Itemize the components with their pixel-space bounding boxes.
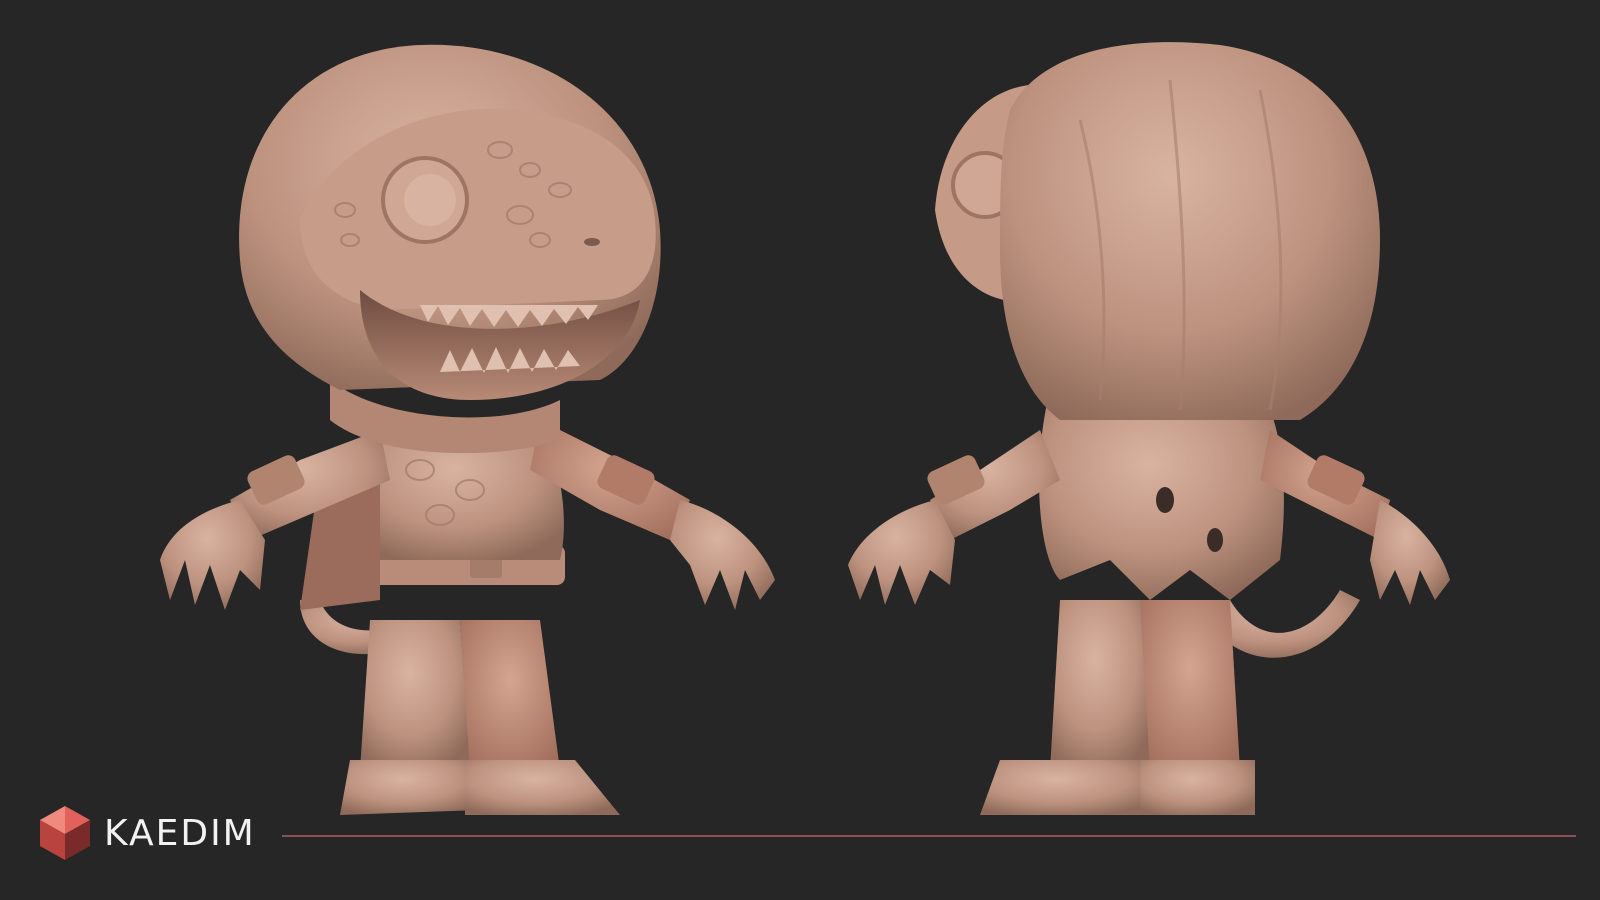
character-renders [160,42,1450,815]
back-left-foot [980,760,1150,815]
front-left-foot [340,760,480,815]
front-eye-pupil [404,174,456,226]
front-nostril [584,238,600,246]
footer-divider [281,835,1576,837]
back-cape-hole-1 [1156,487,1174,513]
back-right-foot [1140,760,1255,815]
front-left-leg [360,620,470,770]
kaedim-logo-icon [40,806,90,860]
front-right-foot [465,760,620,815]
render-stage [0,0,1600,900]
front-right-leg [460,620,560,770]
brand-wordmark: KAEDIM [104,812,256,854]
front-right-hand [670,500,775,610]
back-view-figure [848,42,1450,815]
back-right-hand [1370,500,1450,605]
brand-footer: KAEDIM [36,806,1576,860]
back-left-hand [848,500,955,605]
back-hood [1000,42,1380,420]
back-right-leg [1140,600,1240,770]
back-cape-hole-2 [1207,528,1223,552]
front-view-figure [160,44,775,815]
front-left-hand [160,500,265,610]
back-left-leg [1050,600,1150,770]
